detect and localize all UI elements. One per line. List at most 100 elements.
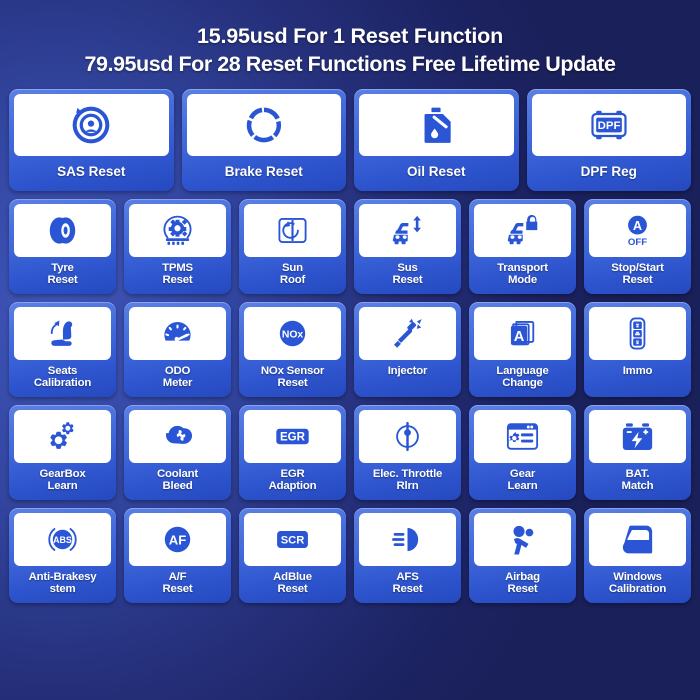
function-card-label: A/F Reset <box>162 570 193 596</box>
promo-headline-line2: 79.95usd For 28 Reset Functions Free Lif… <box>84 52 616 77</box>
function-card[interactable]: A Language Change <box>469 301 576 397</box>
svg-text:OFF: OFF <box>628 236 647 247</box>
function-card-label: Oil Reset <box>406 163 466 179</box>
function-card[interactable]: ODO Meter <box>124 301 231 397</box>
function-card-label: Anti-Brakesy stem <box>28 570 97 596</box>
card-row: Tyre Reset TPMS Reset Sun Roof Sus Reset… <box>9 198 691 294</box>
function-card-label: Seats Calibration <box>33 364 92 390</box>
odometer-gauge-icon <box>164 321 191 341</box>
function-card[interactable]: Tyre Reset <box>9 198 116 294</box>
brake-disc-icon <box>246 107 281 143</box>
icon-plate <box>359 512 456 566</box>
function-card-label: Gear Learn <box>507 467 538 493</box>
function-card-label: Brake Reset <box>224 163 303 179</box>
icon-plate <box>14 409 111 463</box>
gears-icon <box>50 422 74 449</box>
icon-plate: ABS <box>14 512 111 566</box>
icon-plate <box>359 409 456 463</box>
function-card[interactable]: Brake Reset <box>181 88 346 191</box>
steering-wheel-icon <box>72 106 110 144</box>
af-badge-icon: AF <box>164 526 191 553</box>
language-book-icon: A <box>510 320 535 345</box>
icon-plate <box>359 203 456 257</box>
function-card[interactable]: A OFF Stop/Start Reset <box>584 198 691 294</box>
function-card-label: Immo <box>622 364 653 377</box>
icon-plate <box>14 203 111 257</box>
car-door-window-icon <box>622 525 653 554</box>
sunroof-icon <box>278 217 307 243</box>
icon-plate <box>589 409 686 463</box>
function-card[interactable]: SCR AdBlue Reset <box>239 507 346 603</box>
svg-text:A: A <box>514 329 525 345</box>
function-card-label: NOx Sensor Reset <box>260 364 325 390</box>
card-row: SAS Reset Brake Reset Oil Reset DPF DPF … <box>9 88 691 191</box>
function-card-label: TPMS Reset <box>162 261 193 287</box>
function-card[interactable]: Seats Calibration <box>9 301 116 397</box>
promo-header: 15.95usd For 1 Reset Function 79.95usd F… <box>0 0 700 89</box>
icon-plate <box>14 306 111 360</box>
icon-plate <box>186 93 341 156</box>
airbag-seatbelt-icon <box>513 525 534 555</box>
function-card[interactable]: AF A/F Reset <box>124 507 231 603</box>
function-card-label: SAS Reset <box>57 163 126 179</box>
icon-plate <box>589 512 686 566</box>
function-card[interactable]: GearBox Learn <box>9 404 116 500</box>
function-card-label: Language Change <box>496 364 549 390</box>
function-card-label: AFS Reset <box>392 570 423 596</box>
function-card-label: Sun Roof <box>279 261 306 287</box>
function-card[interactable]: BAT. Match <box>584 404 691 500</box>
function-card[interactable]: Windows Calibration <box>584 507 691 603</box>
svg-text:EGR: EGR <box>280 431 306 443</box>
icon-plate <box>474 203 571 257</box>
function-card-label: Injector <box>387 364 428 377</box>
function-card[interactable]: TPMS Reset <box>124 198 231 294</box>
function-card[interactable]: Coolant Bleed <box>124 404 231 500</box>
card-row: ABS Anti-Brakesy stem AF A/F Reset SCR A… <box>9 507 691 603</box>
function-card-label: Coolant Bleed <box>157 467 198 493</box>
function-card[interactable]: Airbag Reset <box>469 507 576 603</box>
icon-plate <box>129 409 226 463</box>
icon-plate <box>474 409 571 463</box>
icon-plate <box>244 203 341 257</box>
function-card-label: Tyre Reset <box>47 261 78 287</box>
function-card-label: Sus Reset <box>392 261 423 287</box>
function-card[interactable]: Gear Learn <box>469 404 576 500</box>
icon-plate <box>589 306 686 360</box>
icon-plate: NOx <box>244 306 341 360</box>
suspension-car-icon <box>392 215 421 244</box>
car-seat-icon <box>50 320 73 346</box>
icon-plate <box>359 306 456 360</box>
icon-plate: A <box>474 306 571 360</box>
icon-plate: AF <box>129 512 226 566</box>
function-card-label: EGR Adaption <box>268 467 317 493</box>
tyre-icon <box>49 216 76 244</box>
function-card[interactable]: Immo <box>584 301 691 397</box>
function-card[interactable]: Oil Reset <box>354 88 519 191</box>
function-card[interactable]: Sus Reset <box>354 198 461 294</box>
gear-learn-window-icon <box>506 423 539 450</box>
function-card[interactable]: EGR EGR Adaption <box>239 404 346 500</box>
auto-stop-start-icon: A OFF <box>628 215 647 247</box>
function-card[interactable]: Elec. Throttle Rlrn <box>354 404 461 500</box>
function-card[interactable]: Injector <box>354 301 461 397</box>
function-card[interactable]: Transport Mode <box>469 198 576 294</box>
coolant-fan-icon <box>165 425 193 444</box>
function-card[interactable]: SAS Reset <box>9 88 174 191</box>
function-card[interactable]: ABS Anti-Brakesy stem <box>9 507 116 603</box>
function-card-label: Stop/Start Reset <box>611 261 664 287</box>
function-card[interactable]: AFS Reset <box>354 507 461 603</box>
function-card-label: Elec. Throttle Rlrn <box>372 467 443 493</box>
dpf-filter-icon: DPF <box>591 110 627 139</box>
function-card[interactable]: NOx NOx Sensor Reset <box>239 301 346 397</box>
transport-lock-car-icon <box>507 214 538 244</box>
reset-function-grid: SAS Reset Brake Reset Oil Reset DPF DPF … <box>0 88 700 603</box>
scr-badge-icon: SCR <box>277 530 308 548</box>
abs-icon: ABS <box>48 527 77 551</box>
function-card-label: DPF Reg <box>580 163 637 179</box>
throttle-body-icon <box>396 421 419 451</box>
function-card-label: GearBox Learn <box>39 467 86 493</box>
function-card[interactable]: DPF DPF Reg <box>526 88 691 191</box>
function-card-label: AdBlue Reset <box>273 570 312 596</box>
icon-plate <box>129 306 226 360</box>
function-card[interactable]: Sun Roof <box>239 198 346 294</box>
